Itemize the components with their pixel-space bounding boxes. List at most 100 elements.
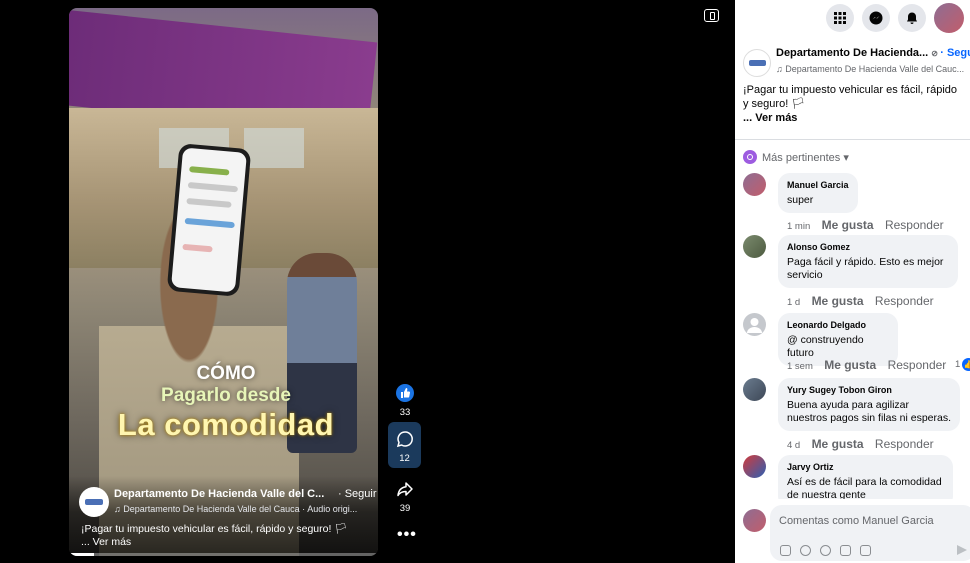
follow-link[interactable]: · Seguir bbox=[338, 488, 377, 500]
gif-icon[interactable] bbox=[840, 545, 851, 556]
bell-icon[interactable] bbox=[898, 4, 926, 32]
post-caption: ¡Pagar tu impuesto vehicular es fácil, r… bbox=[743, 83, 965, 125]
comment-time[interactable]: 4 d bbox=[787, 440, 800, 451]
globe-icon: ⊘ bbox=[931, 49, 941, 58]
comment-text: Paga fácil y rápido. Esto es mejor servi… bbox=[787, 256, 944, 281]
phone-screen-bar bbox=[187, 182, 239, 193]
like-comment-button[interactable]: Me gusta bbox=[822, 218, 874, 232]
caption-text: ¡Pagar tu impuesto vehicular es fácil, r… bbox=[743, 84, 957, 110]
avatar bbox=[743, 509, 766, 532]
comment-author[interactable]: Jarvy Ortiz bbox=[787, 461, 944, 474]
grid-icon[interactable] bbox=[826, 4, 854, 32]
reply-button[interactable]: Responder bbox=[875, 437, 934, 451]
comment-text: Así es de fácil para la comodidad de nue… bbox=[787, 476, 942, 499]
like-count: 33 bbox=[399, 407, 411, 418]
video-caption: ¡Pagar tu impuesto vehicular es fácil, r… bbox=[81, 523, 371, 549]
comment-bubble: Alonso Gomez Paga fácil y rápido. Esto e… bbox=[778, 235, 958, 288]
comment-input[interactable] bbox=[779, 515, 959, 527]
page-logo[interactable] bbox=[79, 487, 109, 517]
phone-screen-bar bbox=[182, 243, 213, 253]
like-comment-button[interactable]: Me gusta bbox=[824, 358, 876, 372]
reaction-count: 1 bbox=[955, 359, 961, 370]
phone-screen-bar bbox=[186, 197, 232, 208]
phone-image bbox=[166, 143, 252, 297]
composer-tools bbox=[780, 545, 871, 556]
comment-sort-dropdown[interactable]: Más pertinentes ▾ bbox=[743, 150, 849, 164]
reply-button[interactable]: Responder bbox=[875, 294, 934, 308]
overlay-line-3: La comodidad bbox=[117, 407, 335, 442]
comment-button[interactable]: 12 bbox=[388, 422, 421, 468]
progress-fill bbox=[69, 553, 94, 556]
reply-button[interactable]: Responder bbox=[888, 358, 947, 372]
messenger-icon[interactable] bbox=[862, 4, 890, 32]
share-button[interactable]: 39 bbox=[390, 478, 420, 514]
comment-time[interactable]: 1 sem bbox=[787, 361, 813, 372]
comment-time[interactable]: 1 d bbox=[787, 297, 800, 308]
relevance-icon bbox=[743, 150, 757, 164]
overlay-line-1: CÓMO bbox=[196, 363, 256, 384]
smile-icon[interactable] bbox=[820, 545, 831, 556]
video-overlay-text: CÓMO Pagarlo desde La comodidad bbox=[91, 363, 361, 443]
video-info: Departamento De Hacienda Valle del C... … bbox=[69, 476, 378, 556]
audio-link[interactable]: ♫ Departamento De Hacienda Valle del Cau… bbox=[776, 64, 964, 74]
comment-author[interactable]: Manuel Garcia bbox=[787, 179, 849, 192]
comment-text: Buena ayuda para agilizar nuestros pagos… bbox=[787, 399, 952, 424]
avatar[interactable] bbox=[743, 378, 766, 401]
avatar[interactable] bbox=[743, 313, 766, 336]
top-nav-icons bbox=[826, 3, 964, 33]
audio-link[interactable]: ♫ Departamento De Hacienda Valle del Cau… bbox=[114, 504, 357, 514]
send-icon[interactable] bbox=[957, 545, 967, 555]
comment-item: Jarvy Ortiz Así es de fácil para la como… bbox=[743, 455, 968, 499]
comment-actions: 4 d Me gusta Responder bbox=[787, 437, 934, 451]
comment-author[interactable]: Alonso Gomez bbox=[787, 241, 949, 254]
profile-avatar[interactable] bbox=[934, 3, 964, 33]
video-stage: CÓMO Pagarlo desde La comodidad Departam… bbox=[0, 0, 735, 563]
comment-author[interactable]: Yury Sugey Tobon Giron bbox=[787, 384, 951, 397]
background-window bbox=[244, 128, 304, 168]
divider bbox=[735, 139, 970, 140]
overlay-line-2: Pagarlo desde bbox=[161, 385, 291, 406]
comment-actions: 1 min Me gusta Responder bbox=[787, 218, 944, 232]
phone-screen-bar bbox=[189, 166, 230, 176]
emoji-icon[interactable] bbox=[800, 545, 811, 556]
comment-time[interactable]: 1 min bbox=[787, 221, 810, 232]
comment-composer bbox=[735, 505, 970, 563]
avatar[interactable] bbox=[743, 173, 766, 196]
video-player[interactable]: CÓMO Pagarlo desde La comodidad Departam… bbox=[69, 8, 378, 556]
reply-button[interactable]: Responder bbox=[885, 218, 944, 232]
caption-text: ¡Pagar tu impuesto vehicular es fácil, r… bbox=[81, 523, 348, 535]
post-page-name: Departamento De Hacienda... ⊘ · Seguir bbox=[776, 47, 970, 59]
comment-author[interactable]: Leonardo Delgado bbox=[787, 319, 889, 332]
page-name-link[interactable]: Departamento De Hacienda Valle del C... bbox=[114, 488, 324, 500]
more-options-button[interactable]: ••• bbox=[397, 526, 417, 544]
follow-link[interactable]: · Seguir bbox=[940, 47, 970, 59]
like-icon bbox=[394, 382, 416, 404]
comments-panel: Departamento De Hacienda... ⊘ · Seguir ♫… bbox=[735, 0, 970, 563]
like-comment-button[interactable]: Me gusta bbox=[812, 294, 864, 308]
comment-actions: 1 sem Me gusta Responder bbox=[787, 358, 946, 372]
avatar[interactable] bbox=[743, 235, 766, 258]
sticker-icon[interactable] bbox=[860, 545, 871, 556]
avatar-sticker-icon[interactable] bbox=[780, 545, 791, 556]
share-count: 39 bbox=[399, 503, 411, 514]
page-logo[interactable] bbox=[743, 49, 771, 77]
see-more-link[interactable]: ... Ver más bbox=[743, 112, 797, 124]
comment-text: @ construyendo futuro bbox=[787, 334, 864, 359]
comment-bubble: Yury Sugey Tobon Giron Buena ayuda para … bbox=[778, 378, 960, 431]
sidebar-toggle-icon[interactable] bbox=[704, 9, 719, 22]
like-comment-button[interactable]: Me gusta bbox=[812, 437, 864, 451]
sort-label: Más pertinentes ▾ bbox=[762, 151, 849, 164]
comment-icon bbox=[394, 428, 416, 450]
video-progress-bar[interactable] bbox=[69, 553, 378, 556]
comment-reactions[interactable]: 1 👍 bbox=[955, 358, 970, 371]
like-button[interactable]: 33 bbox=[390, 382, 420, 418]
page-name-link[interactable]: Departamento De Hacienda... bbox=[776, 47, 928, 59]
see-more-link[interactable]: ... Ver más bbox=[81, 536, 131, 548]
comment-actions: 1 d Me gusta Responder bbox=[787, 294, 934, 308]
like-reaction-icon: 👍 bbox=[962, 358, 970, 371]
avatar[interactable] bbox=[743, 455, 766, 478]
phone-screen-bar bbox=[184, 217, 235, 229]
comment-count: 12 bbox=[399, 453, 410, 464]
comment-bubble: Jarvy Ortiz Así es de fácil para la como… bbox=[778, 455, 953, 499]
share-icon bbox=[394, 478, 416, 500]
